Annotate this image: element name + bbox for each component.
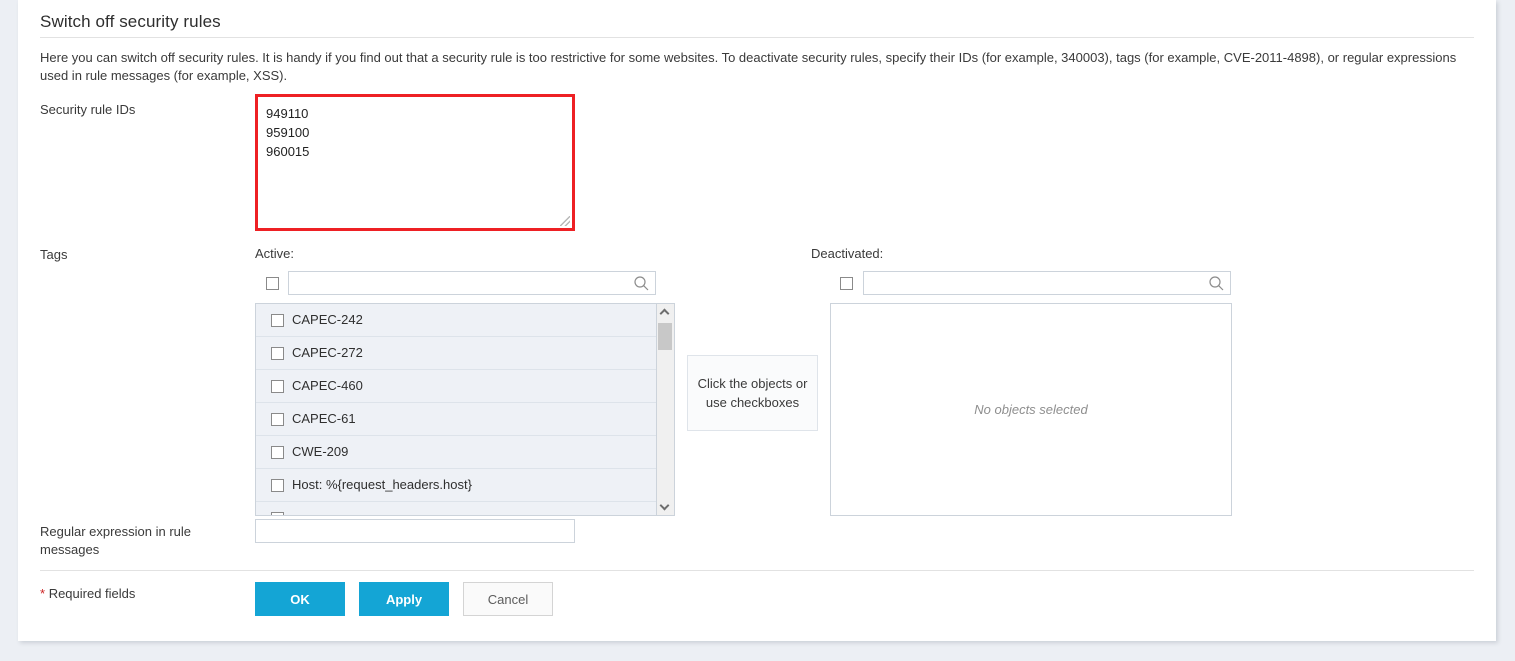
active-list-scrollbar[interactable] — [657, 303, 675, 516]
list-item-checkbox[interactable] — [271, 512, 284, 516]
list-item[interactable]: CWE-209 — [256, 436, 656, 469]
list-item-label: Host: %{request_headers.host} — [292, 477, 472, 492]
search-icon — [1208, 275, 1225, 292]
chevron-down-icon[interactable] — [657, 498, 673, 515]
list-item-checkbox[interactable] — [271, 413, 284, 426]
title-divider — [40, 37, 1474, 38]
deactivated-search-box[interactable] — [863, 271, 1231, 295]
deactivated-select-all-checkbox[interactable] — [840, 277, 853, 290]
active-column-heading: Active: — [255, 246, 294, 261]
list-item-label: CAPEC-61 — [292, 411, 356, 426]
page-title: Switch off security rules — [40, 12, 221, 32]
required-asterisk: * — [40, 586, 45, 601]
regex-label: Regular expression in rule messages — [40, 523, 240, 559]
ok-button[interactable]: OK — [255, 582, 345, 616]
list-item-checkbox[interactable] — [271, 446, 284, 459]
security-rule-ids-textarea[interactable] — [258, 97, 572, 228]
required-fields-note: * Required fields — [40, 586, 135, 601]
footer-divider — [40, 570, 1474, 571]
regex-input[interactable] — [255, 519, 575, 543]
active-search-box[interactable] — [288, 271, 656, 295]
active-tags-list[interactable]: CAPEC-242 CAPEC-272 CAPEC-460 CAPEC-61 C… — [255, 303, 657, 516]
list-item-checkbox[interactable] — [271, 380, 284, 393]
list-item-label: CWE-209 — [292, 444, 348, 459]
list-item-label: CAPEC-272 — [292, 345, 363, 360]
required-fields-text: Required fields — [49, 586, 136, 601]
deactivated-column-heading: Deactivated: — [811, 246, 883, 261]
search-icon — [633, 275, 650, 292]
list-item-label: CAPEC-242 — [292, 312, 363, 327]
active-select-all-checkbox[interactable] — [266, 277, 279, 290]
security-rule-ids-highlight — [255, 94, 575, 231]
list-item[interactable]: CAPEC-242 — [256, 304, 656, 337]
deactivated-tags-list[interactable]: No objects selected — [830, 303, 1232, 516]
list-item-checkbox[interactable] — [271, 314, 284, 327]
deactivated-search-input[interactable] — [864, 272, 1204, 294]
list-item[interactable]: Host: %{request_headers.host} — [256, 469, 656, 502]
list-item-checkbox[interactable] — [271, 347, 284, 360]
security-rule-ids-label: Security rule IDs — [40, 101, 135, 119]
active-search-input[interactable] — [289, 272, 629, 294]
transfer-hint-text: Click the objects or use checkboxes — [688, 374, 817, 412]
apply-button[interactable]: Apply — [359, 582, 449, 616]
cancel-button[interactable]: Cancel — [463, 582, 553, 616]
list-item[interactable]: CAPEC-61 — [256, 403, 656, 436]
list-item-checkbox[interactable] — [271, 479, 284, 492]
scrollbar-thumb[interactable] — [658, 323, 672, 350]
list-item-partial[interactable] — [256, 502, 656, 516]
page-description: Here you can switch off security rules. … — [40, 49, 1468, 85]
list-item[interactable]: CAPEC-272 — [256, 337, 656, 370]
deactivated-empty-text: No objects selected — [974, 402, 1087, 417]
transfer-hint-box[interactable]: Click the objects or use checkboxes — [687, 355, 818, 431]
list-item-label: CAPEC-460 — [292, 378, 363, 393]
list-item[interactable]: CAPEC-460 — [256, 370, 656, 403]
dialog-panel: Switch off security rules Here you can s… — [18, 0, 1496, 641]
tags-label: Tags — [40, 246, 67, 264]
chevron-up-icon[interactable] — [657, 304, 673, 321]
